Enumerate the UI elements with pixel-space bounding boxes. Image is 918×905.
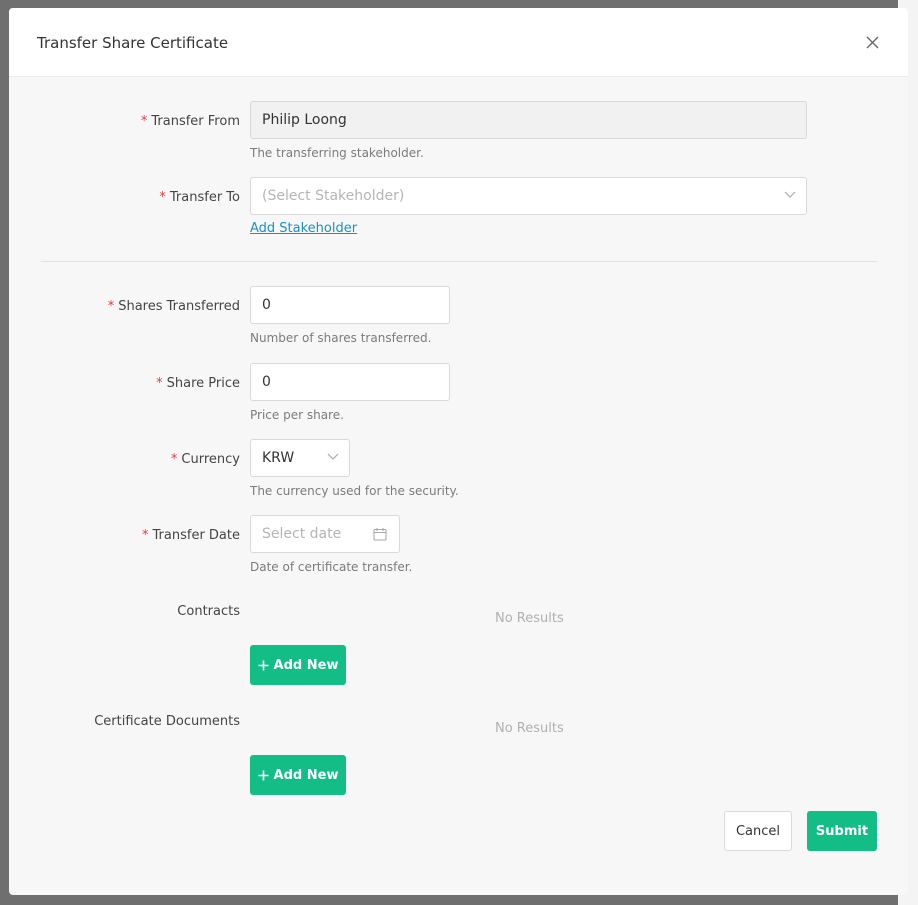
certificate-documents-label: Certificate Documents <box>94 714 240 729</box>
required-marker: * <box>156 376 163 391</box>
modal-title: Transfer Share Certificate <box>37 34 229 52</box>
transfer-from-help: The transferring stakeholder. <box>250 146 424 160</box>
cancel-button[interactable]: Cancel <box>724 811 792 851</box>
required-marker: * <box>107 299 115 314</box>
chevron-down-icon <box>784 191 796 198</box>
transfer-date-picker[interactable]: Select date <box>250 515 400 553</box>
share-price-label: * Share Price <box>156 376 240 391</box>
currency-value: KRW <box>262 450 295 466</box>
shares-transferred-help: Number of shares transferred. <box>250 331 432 345</box>
submit-button[interactable]: Submit <box>807 811 877 851</box>
calendar-icon <box>373 528 387 541</box>
transfer-date-help: Date of certificate transfer. <box>250 560 413 574</box>
required-marker: * <box>140 114 148 129</box>
contracts-add-new-button[interactable]: Add New <box>250 645 346 685</box>
add-new-label: Add New <box>273 657 339 673</box>
required-marker: * <box>142 528 149 543</box>
currency-select[interactable]: KRW <box>250 439 350 477</box>
certificate-documents-add-new-button[interactable]: Add New <box>250 755 346 795</box>
transfer-to-select[interactable]: (Select Stakeholder) <box>250 177 807 215</box>
currency-help: The currency used for the security. <box>250 484 459 498</box>
transfer-to-label: * Transfer To <box>159 190 240 205</box>
transfer-date-placeholder: Select date <box>262 526 342 542</box>
plus-icon <box>258 660 269 670</box>
add-new-label: Add New <box>273 767 339 783</box>
transfer-from-field[interactable]: Philip Loong <box>250 101 807 139</box>
share-price-help: Price per share. <box>250 408 344 422</box>
shares-transferred-input[interactable]: 0 <box>250 286 450 324</box>
contracts-label: Contracts <box>177 604 240 619</box>
required-marker: * <box>159 190 166 205</box>
currency-label: * Currency <box>170 452 240 467</box>
transfer-share-certificate-dialog: Transfer Share Certificate * Transfer Fro… <box>9 8 908 895</box>
chevron-down-icon <box>327 453 339 460</box>
required-marker: * <box>170 452 178 467</box>
shares-transferred-label: * Shares Transferred <box>107 299 240 314</box>
transfer-date-label: * Transfer Date <box>142 528 240 543</box>
contracts-empty: No Results <box>495 611 564 626</box>
certificate-documents-empty: No Results <box>495 721 564 736</box>
close-button[interactable] <box>860 30 884 54</box>
close-icon <box>866 36 878 48</box>
share-price-input[interactable]: 0 <box>250 363 450 401</box>
modal-header: Transfer Share Certificate <box>9 8 908 77</box>
add-stakeholder-link[interactable]: Add Stakeholder <box>250 221 357 236</box>
section-divider <box>41 261 877 262</box>
plus-icon <box>258 770 269 780</box>
transfer-to-placeholder: (Select Stakeholder) <box>262 188 405 204</box>
transfer-from-label: * Transfer From <box>140 114 240 129</box>
